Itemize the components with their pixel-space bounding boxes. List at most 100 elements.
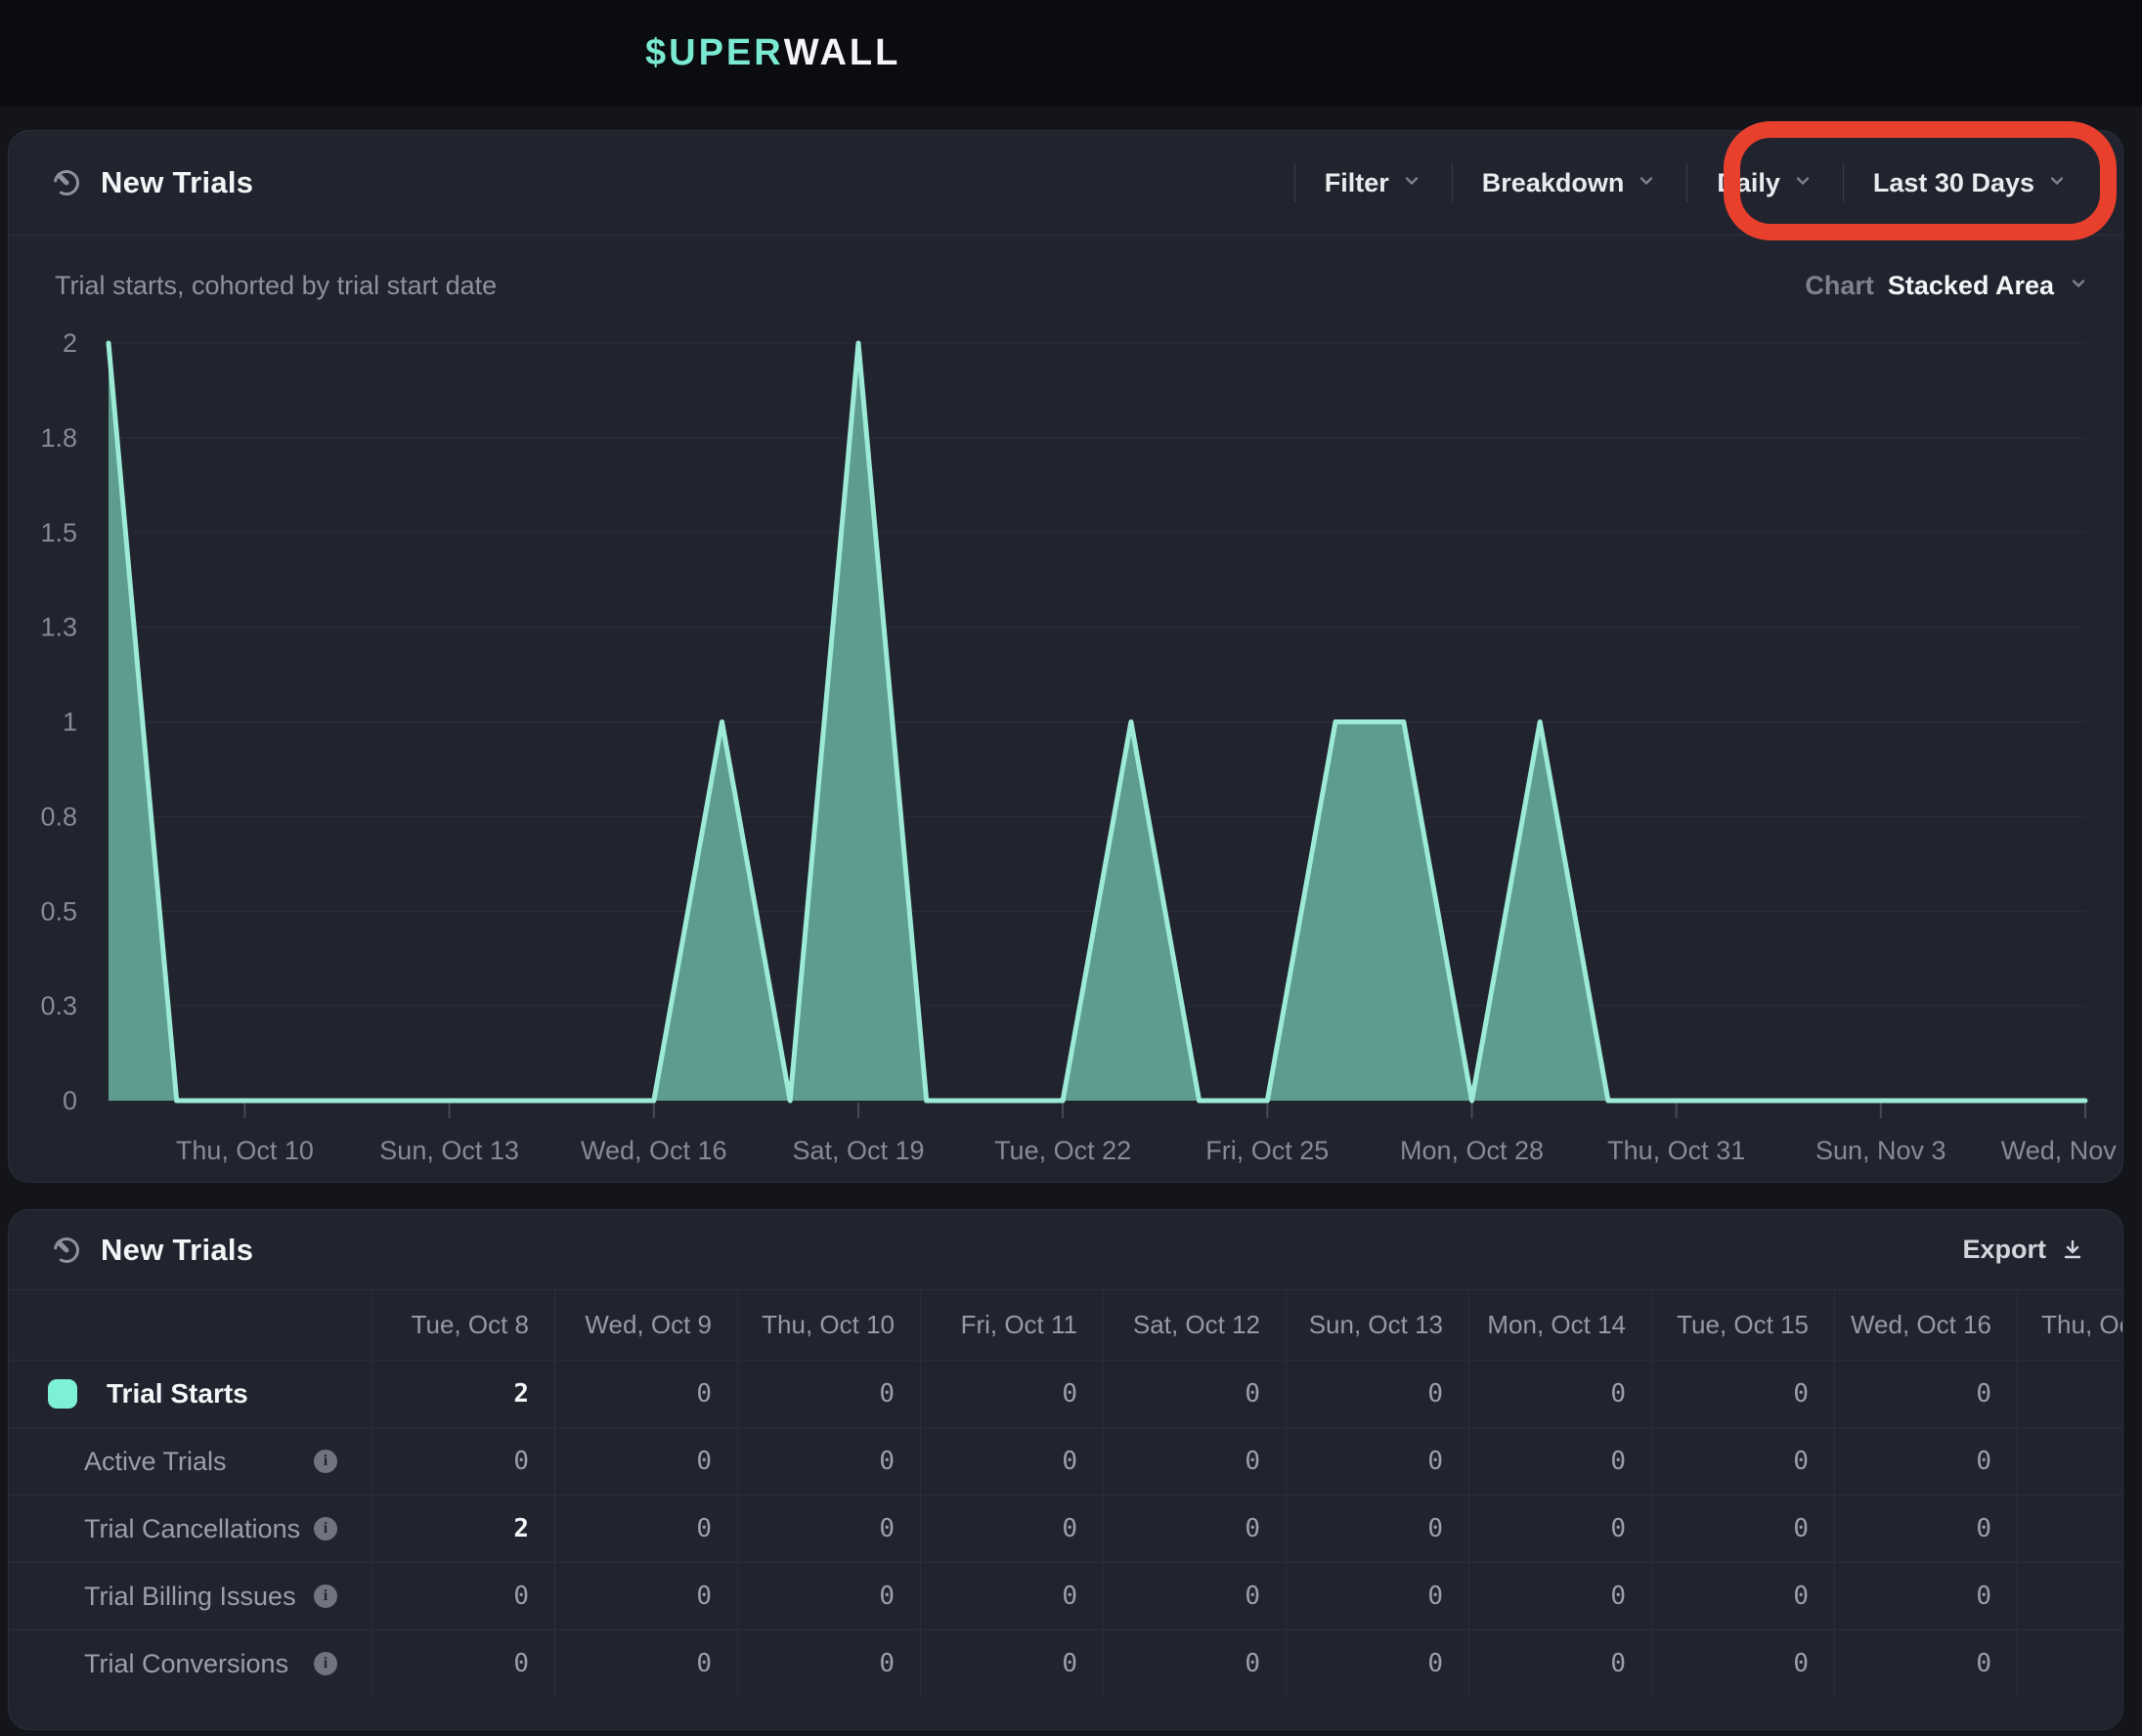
breakdown-label: Breakdown bbox=[1482, 168, 1625, 198]
cell-value: 0 bbox=[1245, 1582, 1260, 1611]
cell-value: 0 bbox=[1245, 1379, 1260, 1409]
row-label: Trial Billing Issues bbox=[84, 1582, 296, 1612]
column-header-label: Tue, Oct 15 bbox=[1677, 1310, 1809, 1340]
value-cell: 0 bbox=[1834, 1428, 2017, 1495]
row-label-cell: Trial Cancellations bbox=[9, 1496, 372, 1562]
logo-prefix: $UPER bbox=[645, 32, 784, 74]
column-header: Thu, Oct 10 bbox=[737, 1290, 920, 1360]
value-cell: 0 bbox=[737, 1563, 920, 1629]
cell-value: 0 bbox=[696, 1514, 712, 1543]
column-header: Sun, Oct 13 bbox=[1286, 1290, 1468, 1360]
table-row: Trial Billing Issues000000000 bbox=[9, 1562, 2123, 1629]
info-icon[interactable] bbox=[314, 1652, 337, 1675]
value-cell: 0 bbox=[1468, 1428, 1651, 1495]
value-cell: 0 bbox=[1651, 1563, 1834, 1629]
svg-text:Mon, Oct 28: Mon, Oct 28 bbox=[1400, 1136, 1544, 1165]
value-cell: 0 bbox=[1103, 1428, 1286, 1495]
svg-text:1.3: 1.3 bbox=[40, 613, 77, 642]
cell-value: 0 bbox=[1610, 1649, 1626, 1678]
row-label: Trial Conversions bbox=[84, 1649, 288, 1679]
superwall-logo: $UPERWALL bbox=[645, 0, 900, 107]
cell-value: 0 bbox=[1427, 1379, 1443, 1409]
info-icon[interactable] bbox=[314, 1517, 337, 1541]
row-label-cell: Active Trials bbox=[9, 1428, 372, 1495]
cell-value: 0 bbox=[1793, 1582, 1809, 1611]
svg-text:0.5: 0.5 bbox=[40, 896, 77, 926]
cell-value: 0 bbox=[513, 1649, 529, 1678]
info-icon[interactable] bbox=[314, 1450, 337, 1473]
cell-value: 0 bbox=[1793, 1379, 1809, 1409]
breakdown-dropdown[interactable]: Breakdown bbox=[1452, 163, 1687, 202]
export-button[interactable]: Export bbox=[1962, 1235, 2122, 1265]
table-row: Active Trials000000000 bbox=[9, 1427, 2123, 1495]
granularity-dropdown[interactable]: Daily bbox=[1686, 163, 1843, 202]
chart-type-label: Chart bbox=[1805, 271, 1874, 301]
chart-panel-header: New Trials Filter Breakdown Daily bbox=[9, 131, 2122, 236]
svg-text:Sun, Oct 13: Sun, Oct 13 bbox=[379, 1136, 519, 1165]
cell-value: 2 bbox=[513, 1514, 529, 1543]
svg-text:Thu, Oct 31: Thu, Oct 31 bbox=[1607, 1136, 1745, 1165]
column-header: Mon, Oct 14 bbox=[1468, 1290, 1651, 1360]
cell-value: 0 bbox=[513, 1582, 529, 1611]
cell-value: 2 bbox=[513, 1379, 529, 1409]
row-label-cell: Trial Starts bbox=[9, 1361, 372, 1427]
value-cell: 0 bbox=[737, 1361, 920, 1427]
value-cell: 0 bbox=[1468, 1496, 1651, 1562]
cell-value: 0 bbox=[513, 1447, 529, 1476]
value-cell: 0 bbox=[920, 1361, 1103, 1427]
value-cell: 0 bbox=[1834, 1563, 2017, 1629]
cell-value: 0 bbox=[696, 1447, 712, 1476]
cell-value: 0 bbox=[1976, 1582, 1991, 1611]
column-header: Wed, Oct 16 bbox=[1834, 1290, 2017, 1360]
value-cell: 0 bbox=[1834, 1361, 2017, 1427]
value-cell: 0 bbox=[1103, 1563, 1286, 1629]
cell-value: 0 bbox=[1976, 1447, 1991, 1476]
top-bar: $UPERWALL bbox=[0, 0, 2142, 107]
chart-controls: Filter Breakdown Daily Last 30 Days bbox=[1294, 131, 2122, 235]
info-icon[interactable] bbox=[314, 1584, 337, 1608]
cell-value: 0 bbox=[1976, 1514, 1991, 1543]
column-header: Sat, Oct 12 bbox=[1103, 1290, 1286, 1360]
cell-value: 0 bbox=[696, 1649, 712, 1678]
filter-dropdown[interactable]: Filter bbox=[1294, 163, 1452, 202]
column-header: Tue, Oct 8 bbox=[372, 1290, 554, 1360]
value-cell bbox=[2017, 1563, 2123, 1629]
column-header-label: Sat, Oct 12 bbox=[1133, 1310, 1260, 1340]
cell-value: 0 bbox=[1793, 1447, 1809, 1476]
timer-icon bbox=[52, 1236, 81, 1265]
value-cell: 0 bbox=[1834, 1496, 2017, 1562]
svg-text:1.8: 1.8 bbox=[40, 423, 77, 453]
table-row: Trial Conversions000000000 bbox=[9, 1629, 2123, 1697]
svg-text:Wed, Nov 6: Wed, Nov 6 bbox=[2001, 1136, 2124, 1165]
column-header-label: Thu, Oct 10 bbox=[762, 1310, 895, 1340]
chart-type-dropdown[interactable]: Chart Stacked Area bbox=[1805, 271, 2089, 301]
value-cell: 0 bbox=[1286, 1563, 1468, 1629]
svg-text:Tue, Oct 22: Tue, Oct 22 bbox=[994, 1136, 1131, 1165]
cell-value: 0 bbox=[1062, 1379, 1077, 1409]
chevron-down-icon bbox=[1792, 170, 1814, 196]
value-cell: 0 bbox=[1468, 1563, 1651, 1629]
column-header-label: Tue, Oct 8 bbox=[412, 1310, 529, 1340]
value-cell: 0 bbox=[1651, 1496, 1834, 1562]
row-label-cell: Trial Conversions bbox=[9, 1630, 372, 1697]
cell-value: 0 bbox=[1793, 1514, 1809, 1543]
value-cell bbox=[2017, 1496, 2123, 1562]
cell-value: 0 bbox=[1427, 1514, 1443, 1543]
value-cell: 0 bbox=[1103, 1630, 1286, 1697]
value-cell: 0 bbox=[1834, 1630, 2017, 1697]
logo-suffix: WALL bbox=[784, 32, 901, 74]
cell-value: 0 bbox=[1062, 1582, 1077, 1611]
svg-text:Sat, Oct 19: Sat, Oct 19 bbox=[792, 1136, 924, 1165]
date-range-dropdown[interactable]: Last 30 Days bbox=[1843, 163, 2097, 202]
value-cell bbox=[2017, 1428, 2123, 1495]
cell-value: 0 bbox=[1610, 1514, 1626, 1543]
table-panel-title: New Trials bbox=[101, 1233, 253, 1268]
column-header: Wed, Oct 9 bbox=[554, 1290, 737, 1360]
date-range-label: Last 30 Days bbox=[1873, 168, 2034, 198]
cell-value: 0 bbox=[1427, 1447, 1443, 1476]
cell-value: 0 bbox=[1610, 1582, 1626, 1611]
value-cell: 0 bbox=[372, 1563, 554, 1629]
column-header-label: Thu, Oct 17 bbox=[2041, 1310, 2123, 1340]
value-cell: 0 bbox=[920, 1563, 1103, 1629]
column-header-label: Sun, Oct 13 bbox=[1309, 1310, 1443, 1340]
